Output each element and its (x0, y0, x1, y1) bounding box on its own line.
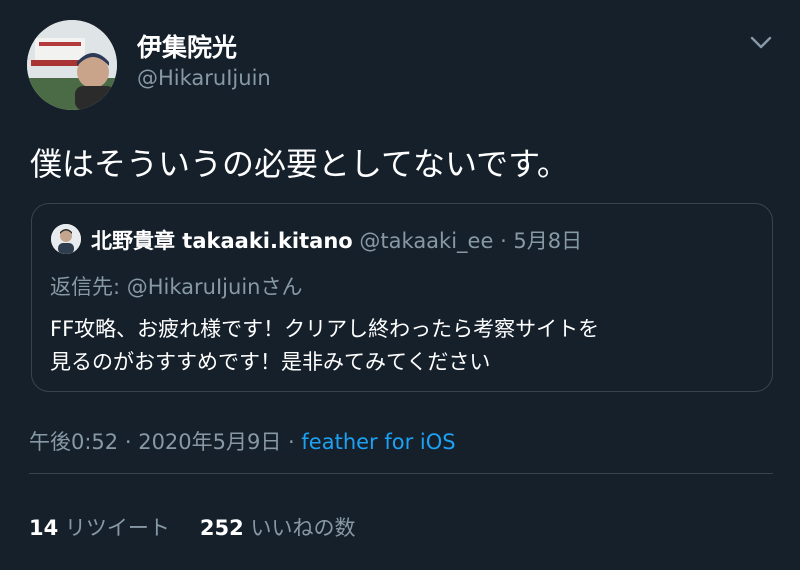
tweet-text: 僕はそういうの必要としてないです。 (30, 145, 569, 183)
reply-to-label: 返信先: @HikaruIjuinさん (50, 275, 303, 299)
quoted-tweet-card[interactable]: 北野貴章 takaaki.kitano @takaaki_ee · 5月8日 返… (31, 203, 773, 392)
quoted-tweet-date: 5月8日 (513, 229, 583, 253)
quoted-tweet-line: 見るのがおすすめです！是非みてみてください (50, 350, 491, 374)
quoted-author-handle[interactable]: @takaaki_ee (359, 229, 493, 253)
likes-stat[interactable]: 252 いいねの数 (200, 516, 356, 540)
chevron-down-icon[interactable] (747, 30, 775, 54)
tweet-stats: 14 リツイート 252 いいねの数 (29, 512, 355, 542)
quoted-tweet-line: FF攻略、お疲れ様です！クリアし終わったら考察サイトを (50, 317, 600, 341)
quoted-separator: · (493, 229, 514, 253)
retweets-count: 14 (29, 516, 59, 540)
meta-separator: · (118, 430, 139, 454)
quoted-author-name[interactable]: 北野貴章 takaaki.kitano (91, 229, 353, 253)
tweet-date: 2020年5月9日 (138, 430, 282, 454)
quoted-tweet-header: 北野貴章 takaaki.kitano @takaaki_ee · 5月8日 (91, 225, 582, 255)
author-avatar[interactable] (27, 20, 117, 110)
tweet-meta: 午後0:52 · 2020年5月9日 · feather for iOS (29, 426, 456, 456)
quoted-author-avatar[interactable] (51, 224, 81, 254)
tweet-time: 午後0:52 (29, 430, 119, 454)
retweets-label: リツイート (64, 516, 170, 540)
divider (29, 473, 773, 474)
profile-photo (27, 20, 117, 110)
quoted-tweet-text: FF攻略、お疲れ様です！クリアし終わったら考察サイトを 見るのがおすすめです！是… (50, 313, 599, 379)
author-handle[interactable]: @HikaruIjuin (137, 66, 271, 90)
profile-photo (51, 224, 81, 254)
tweet-source-link[interactable]: feather for iOS (301, 430, 455, 454)
author-name[interactable]: 伊集院光 (137, 28, 237, 64)
meta-separator: · (281, 430, 302, 454)
retweets-stat[interactable]: 14 リツイート (29, 516, 170, 540)
likes-count: 252 (199, 516, 244, 540)
tweet-detail: 伊集院光 @HikaruIjuin 僕はそういうの必要としてないです。 北野貴章… (0, 0, 800, 570)
likes-label: いいねの数 (250, 516, 356, 540)
